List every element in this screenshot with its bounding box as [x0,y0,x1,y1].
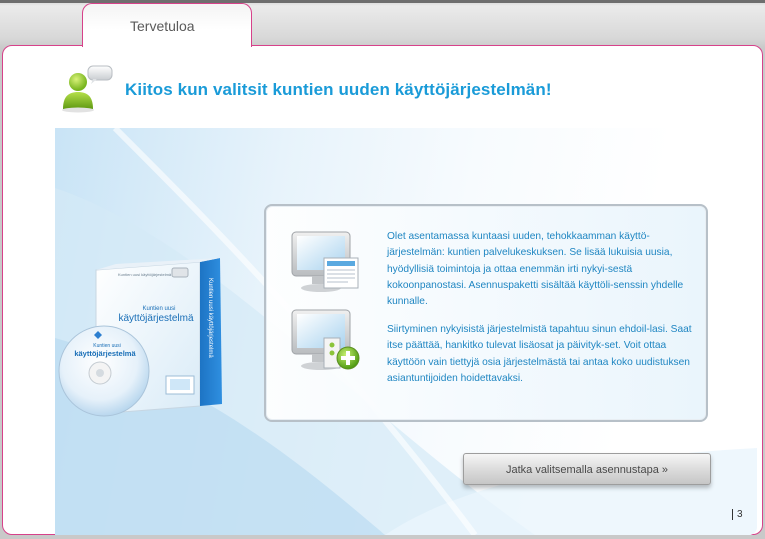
page-title: Kiitos kun valitsit kuntien uuden käyttö… [125,80,552,99]
box-top-text: Kuntien uusi käyttöjärjestelmä [118,272,172,277]
tab-welcome-label: Tervetuloa [130,18,195,34]
box-spine-text: Kuntien uusi käyttöjärjestelmä [207,278,213,358]
cd-disc-image [58,325,150,417]
info-paragraph-2: Siirtyminen nykyisistä järjestelmistä ta… [387,324,692,384]
continue-button[interactable]: Jatka valitsemalla asennustapa » [463,453,711,485]
tab-welcome[interactable]: Tervetuloa [82,3,252,47]
monitor-document-icon [291,231,359,292]
box-title-line2: käyttöjärjestelmä [118,313,194,324]
monitor-add-icon [291,309,360,370]
page-number: 3 [732,509,743,520]
cd-title-line2: käyttöjärjestelmä [74,349,136,358]
info-paragraph-1: Olet asentamassa kuntaasi uuden, tehokka… [387,231,684,308]
box-title-line1: Kuntien uusi [142,306,176,312]
user-chat-icon [62,65,113,113]
